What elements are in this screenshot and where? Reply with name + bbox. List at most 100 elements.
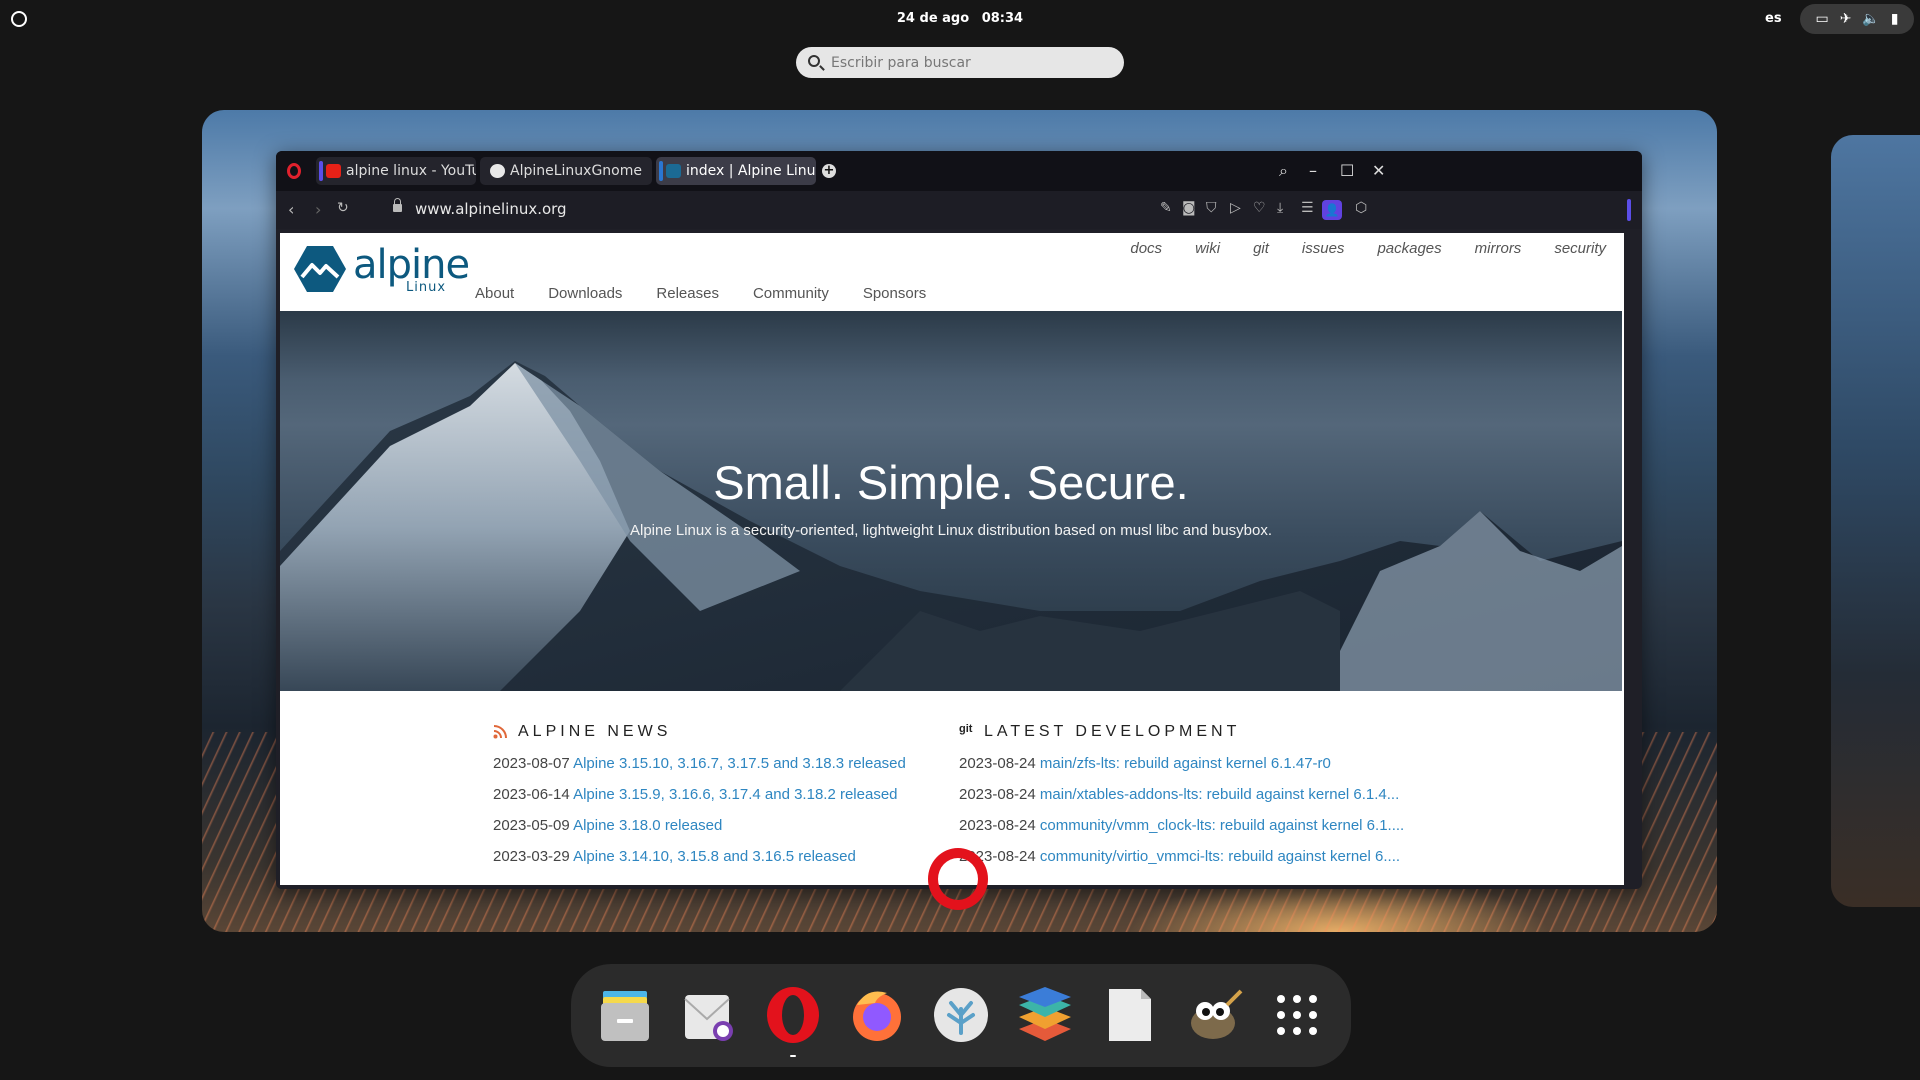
clock[interactable]: 24 de ago 08:34 [0,11,1920,26]
news-link[interactable]: Alpine 3.14.10, 3.15.8 and 3.16.5 releas… [573,848,856,865]
news-date: 2023-08-07 [493,755,570,772]
keyboard-layout[interactable]: es [1765,11,1782,26]
gimp-icon[interactable] [1183,985,1243,1045]
rss-icon [493,725,507,739]
opera-window-badge-icon [928,848,988,910]
news-item: 2023-08-07 Alpine 3.15.10, 3.16.7, 3.17.… [493,755,906,772]
news-link[interactable]: Alpine 3.15.9, 3.16.6, 3.17.4 and 3.18.2… [573,786,897,803]
main-nav: About Downloads Releases Community Spons… [475,285,960,302]
search-tabs-icon[interactable]: ⌕ [1279,161,1288,181]
tab-label: index | Alpine Linux [686,163,816,179]
top-bar: 24 de ago 08:34 es ▭ ✈ 🔈 ▮ [0,0,1920,38]
link-wiki[interactable]: wiki [1195,240,1220,257]
news-item: 2023-03-29 Alpine 3.14.10, 3.15.8 and 3.… [493,848,906,865]
opera-icon[interactable] [763,985,823,1045]
alpine-icon [666,164,681,178]
top-links: docs wiki git issues packages mirrors se… [1097,240,1606,257]
tab-label: alpine linux - YouTu [346,163,476,179]
tab-youtube[interactable]: alpine linux - YouTu [316,157,476,185]
hero-subtitle: Alpine Linux is a security-oriented, lig… [629,522,1273,539]
search-input[interactable] [831,52,1111,74]
heart-icon[interactable]: ♡ [1253,200,1266,216]
volume-icon: 🔈 [1862,11,1880,27]
dev-date: 2023-08-24 [959,817,1036,834]
news-item: 2023-05-09 Alpine 3.18.0 released [493,817,906,834]
dev-section: git LATEST DEVELOPMENT 2023-08-24 main/z… [959,723,1404,879]
tab-github[interactable]: AlpineLinuxGnome [480,157,652,185]
opera-menu-icon[interactable] [287,163,301,179]
dev-link[interactable]: main/xtables-addons-lts: rebuild against… [1040,786,1399,803]
nav-downloads[interactable]: Downloads [548,285,622,302]
clock-date: 24 de ago [896,11,970,26]
camera-icon[interactable]: ◙ [1182,200,1196,216]
web-page: alpine Linux docs wiki git issues packag… [280,233,1624,885]
extensions-icon[interactable]: ⬡ [1355,200,1367,216]
app-grid-icon[interactable] [1267,985,1327,1045]
news-title: ALPINE NEWS [518,723,672,740]
download-icon[interactable]: ⤓ [1277,200,1283,216]
dev-date: 2023-08-24 [959,786,1036,803]
news-heading: ALPINE NEWS [493,723,906,741]
mail-icon[interactable] [679,985,739,1045]
news-date: 2023-03-29 [493,848,570,865]
dev-date: 2023-08-24 [959,755,1036,772]
clock-time: 08:34 [981,11,1024,26]
link-docs[interactable]: docs [1130,240,1162,257]
nav-about[interactable]: About [475,285,514,302]
link-security[interactable]: security [1554,240,1606,257]
news-link[interactable]: Alpine 3.15.10, 3.16.7, 3.17.5 and 3.18.… [573,755,906,772]
nav-sponsors[interactable]: Sponsors [863,285,926,302]
news-link[interactable]: Alpine 3.18.0 released [573,817,722,834]
system-tray[interactable]: ▭ ✈ 🔈 ▮ [1800,4,1914,34]
dev-link[interactable]: main/zfs-lts: rebuild against kernel 6.1… [1040,755,1331,772]
alpine-logo-icon[interactable] [294,246,346,292]
nav-releases[interactable]: Releases [656,285,719,302]
tab-alpine[interactable]: index | Alpine Linux [656,157,816,185]
battery-icon: ▮ [1890,11,1899,27]
browser-window[interactable]: alpine linux - YouTu AlpineLinuxGnome in… [276,151,1642,889]
running-indicator [790,1055,796,1057]
new-tab-button[interactable]: + [822,164,836,178]
minimize-button[interactable]: – [1309,161,1317,180]
dev-item: 2023-08-24 main/zfs-lts: rebuild against… [959,755,1404,772]
tab-label: AlpineLinuxGnome [510,163,642,179]
text-editor-icon[interactable] [1099,985,1159,1045]
firefox-icon[interactable] [847,985,907,1045]
forward-icon[interactable]: › [315,200,321,219]
easy-setup-icon[interactable]: ☰ [1301,200,1314,216]
maximize-button[interactable]: ☐ [1340,161,1354,180]
dev-link[interactable]: community/vmm_clock-lts: rebuild against… [1040,817,1404,834]
dev-link[interactable]: community/virtio_vmmci-lts: rebuild agai… [1040,848,1400,865]
nav-community[interactable]: Community [753,285,829,302]
news-date: 2023-05-09 [493,817,570,834]
layers-icon[interactable] [1015,985,1075,1045]
sidebar-toggle[interactable] [1627,199,1631,221]
hero-banner: Small. Simple. Secure. Alpine Linux is a… [280,311,1622,691]
dock [571,964,1351,1067]
overview-search[interactable] [796,47,1124,78]
profile-icon[interactable]: 👤 [1322,200,1342,220]
back-icon[interactable]: ‹ [288,200,294,219]
reload-icon[interactable]: ↻ [337,200,349,216]
link-packages[interactable]: packages [1377,240,1441,257]
edit-icon[interactable]: ✎ [1160,200,1172,216]
play-icon[interactable]: ▷ [1230,200,1241,216]
address-bar: ‹ › ↻ www.alpinelinux.org ✎ ◙ ⛉ ▷ ♡ ⤓ ☰ … [276,191,1642,229]
github-icon [490,164,505,178]
tab-bar: alpine linux - YouTu AlpineLinuxGnome in… [276,151,1642,191]
link-issues[interactable]: issues [1302,240,1345,257]
link-git[interactable]: git [1253,240,1269,257]
git-icon: git [959,723,973,735]
extension-icon[interactable] [931,985,991,1045]
link-mirrors[interactable]: mirrors [1475,240,1522,257]
workspace-next[interactable] [1831,135,1920,907]
lock-icon[interactable] [393,198,402,212]
hero-title: Small. Simple. Secure. [713,456,1189,509]
shield-icon[interactable]: ⛉ [1206,200,1217,216]
desktop: 24 de ago 08:34 es ▭ ✈ 🔈 ▮ alpine linux … [0,0,1920,1080]
files-icon[interactable] [595,985,655,1045]
close-button[interactable]: ✕ [1372,161,1385,180]
dev-item: 2023-08-24 community/vmm_clock-lts: rebu… [959,817,1404,834]
url-field[interactable]: www.alpinelinux.org [415,200,567,218]
dev-title: LATEST DEVELOPMENT [984,723,1241,740]
